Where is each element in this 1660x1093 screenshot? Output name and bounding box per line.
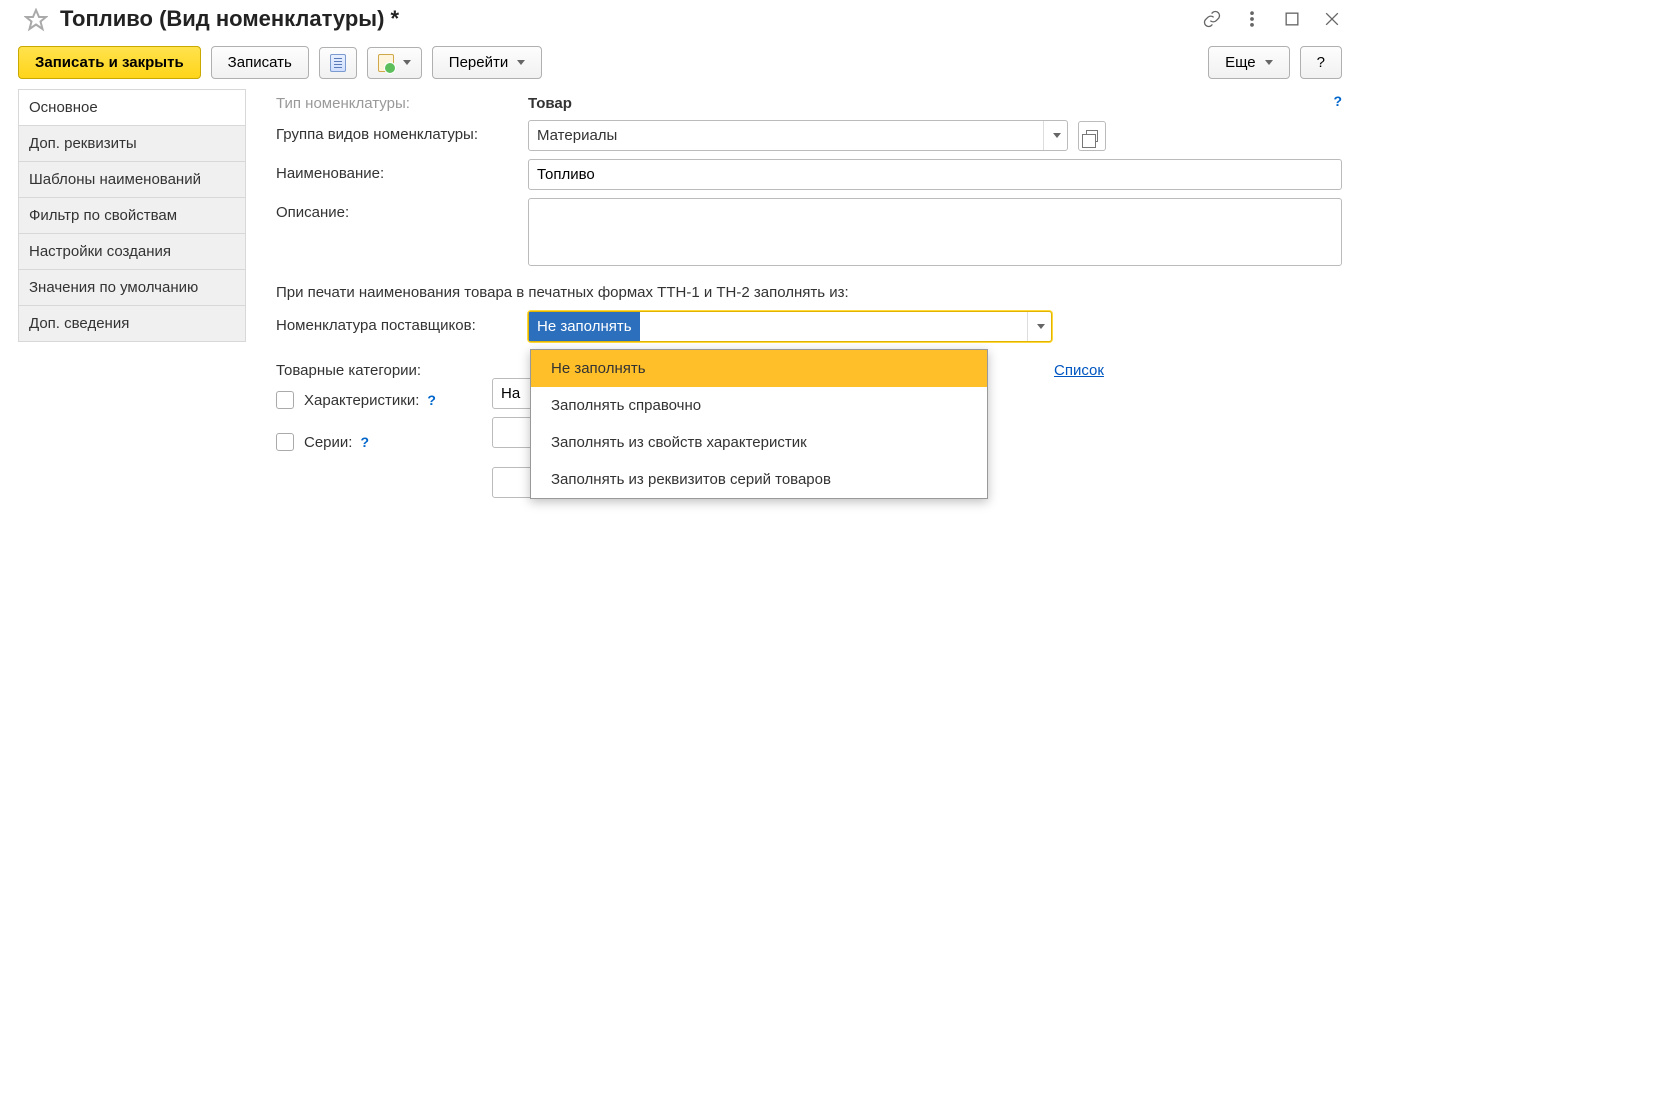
open-external-icon [1086, 130, 1098, 142]
save-button[interactable]: Записать [211, 46, 309, 79]
nav-item-defaults[interactable]: Значения по умолчанию [18, 269, 246, 306]
print-hint-text: При печати наименования товара в печатны… [276, 284, 1342, 301]
chevron-down-icon [1037, 324, 1045, 329]
form-area: Тип номенклатуры: Товар ? Группа видов н… [246, 89, 1342, 463]
nav-sidebar: Основное Доп. реквизиты Шаблоны наименов… [18, 89, 246, 463]
group-open-button[interactable] [1078, 121, 1106, 151]
characteristics-help-icon[interactable]: ? [427, 392, 436, 408]
supplier-label: Номенклатура поставщиков: [276, 311, 528, 334]
desc-textarea[interactable] [528, 198, 1342, 266]
group-label: Группа видов номенклатуры: [276, 120, 528, 143]
page-title: Топливо (Вид номенклатуры) * [60, 6, 1202, 32]
type-help-icon[interactable]: ? [1333, 93, 1342, 109]
nav-item-filter-props[interactable]: Фильтр по свойствам [18, 197, 246, 234]
series-label: Серии: [304, 434, 352, 451]
more-button[interactable]: Еще [1208, 46, 1290, 79]
nav-item-extra-info[interactable]: Доп. сведения [18, 305, 246, 342]
name-input[interactable] [528, 159, 1342, 190]
nav-item-main[interactable]: Основное [18, 89, 246, 126]
link-icon[interactable] [1202, 9, 1222, 29]
maximize-icon[interactable] [1282, 9, 1302, 29]
report-button[interactable] [319, 47, 357, 79]
type-value: Товар [528, 89, 572, 112]
type-label: Тип номенклатуры: [276, 89, 528, 112]
group-dropdown-button[interactable] [1043, 121, 1067, 150]
toolbar: Записать и закрыть Записать Перейти Еще … [0, 40, 1360, 89]
chevron-down-icon [403, 60, 411, 65]
dropdown-option[interactable]: Заполнять из реквизитов серий товаров [531, 461, 987, 498]
series-help-icon[interactable]: ? [360, 434, 369, 450]
categories-label: Товарные категории: [276, 356, 508, 379]
list-link[interactable]: Список [1054, 356, 1104, 379]
group-value: Материалы [529, 121, 1043, 150]
nav-item-extra-props[interactable]: Доп. реквизиты [18, 125, 246, 162]
name-label: Наименование: [276, 159, 528, 182]
help-button[interactable]: ? [1300, 46, 1342, 79]
close-icon[interactable] [1322, 9, 1342, 29]
favorite-star-icon[interactable] [24, 8, 48, 32]
create-from-button[interactable] [367, 47, 422, 79]
titlebar: Топливо (Вид номенклатуры) * [0, 0, 1360, 40]
document-add-icon [378, 54, 394, 72]
nav-item-name-templates[interactable]: Шаблоны наименований [18, 161, 246, 198]
desc-label: Описание: [276, 198, 528, 221]
dropdown-option[interactable]: Заполнять из свойств характеристик [531, 424, 987, 461]
characteristics-checkbox[interactable] [276, 391, 294, 409]
characteristics-label: Характеристики: [304, 392, 419, 409]
dropdown-option[interactable]: Не заполнять [531, 350, 987, 387]
report-icon [330, 54, 346, 72]
chevron-down-icon [1053, 133, 1061, 138]
dropdown-option[interactable]: Заполнять справочно [531, 387, 987, 424]
group-combo[interactable]: Материалы [528, 120, 1068, 151]
supplier-dropdown-button[interactable] [1027, 312, 1051, 341]
nav-item-create-settings[interactable]: Настройки создания [18, 233, 246, 270]
save-and-close-button[interactable]: Записать и закрыть [18, 46, 201, 79]
chevron-down-icon [1265, 60, 1273, 65]
series-checkbox[interactable] [276, 433, 294, 451]
chevron-down-icon [517, 60, 525, 65]
supplier-value: Не заполнять [529, 312, 640, 341]
kebab-menu-icon[interactable] [1242, 9, 1262, 29]
supplier-combo[interactable]: Не заполнять [528, 311, 1052, 342]
supplier-dropdown-panel: Не заполнять Заполнять справочно Заполня… [530, 349, 988, 499]
goto-button[interactable]: Перейти [432, 46, 542, 79]
